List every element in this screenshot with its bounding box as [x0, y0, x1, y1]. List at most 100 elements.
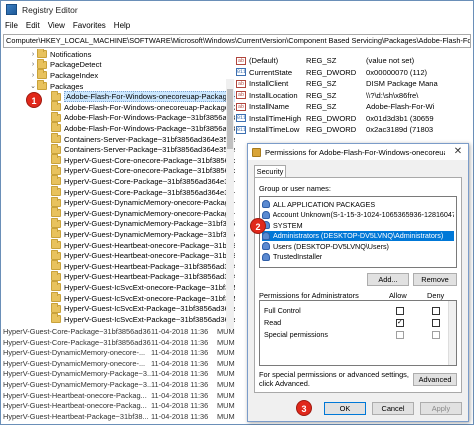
file-list-row[interactable]: HyperV-Guest-DynamicMemory-Package~3... 1… — [3, 368, 235, 379]
value-name: (Default) — [249, 56, 279, 66]
permission-allow-checkbox[interactable] — [396, 330, 404, 339]
add-button[interactable]: Add... — [367, 273, 409, 286]
permission-deny-checkbox[interactable] — [432, 306, 440, 315]
user-list[interactable]: ALL APPLICATION PACKAGES Account Unknown(… — [259, 196, 457, 268]
tree-item-label: HyperV-Guest-IcSvcExt-Package~31bf3856ad… — [64, 304, 235, 314]
user-label: TrustedInstaller — [273, 252, 323, 261]
tree-scrollbar-thumb[interactable] — [227, 89, 233, 149]
file-list-date: 11-04-2018 11:36 — [151, 337, 209, 347]
user-label: Users (DESKTOP-DV5LVNQ\Users) — [273, 241, 389, 251]
tree-item[interactable]: HyperV-Guest-IcSvcExt-onecore-Package~31… — [43, 292, 235, 304]
tree-item-label: PackageDetect — [50, 60, 102, 70]
tree-item[interactable]: HyperV-Guest-Heartbeat-Package~31bf3856a… — [43, 270, 235, 283]
advanced-button[interactable]: Advanced — [413, 373, 457, 386]
tree-item[interactable]: Containers-Server-Package~31bf3856ad364e… — [43, 133, 235, 145]
folder-icon — [51, 228, 61, 239]
value-data: (value not set) — [366, 56, 415, 66]
file-list-row[interactable]: HyperV-Guest-DynamicMemory-onecore-... 11… — [3, 358, 235, 369]
user-row[interactable]: ALL APPLICATION PACKAGES — [262, 199, 454, 209]
tree-item[interactable]: HyperV-Guest-DynamicMemory-onecore-Packa… — [43, 196, 235, 208]
permission-deny-cell — [418, 318, 454, 327]
permission-row: Read — [260, 317, 456, 328]
tree-item[interactable]: HyperV-Guest-DynamicMemory-Package~31bf3… — [43, 228, 235, 240]
tree-item[interactable]: HyperV-Guest-IcSvcExt-Package~31bf3856ad… — [43, 302, 235, 314]
tree-item[interactable]: ⌄ Packages — [29, 80, 83, 92]
user-row[interactable]: TrustedInstaller — [262, 252, 454, 262]
value-row[interactable]: ab InstallLocation REG_SZ \\?\d:\sh\x86fre\ — [236, 90, 473, 102]
menu-favorites[interactable]: Favorites — [73, 21, 106, 30]
tree-item[interactable]: HyperV-Guest-IcSvcExt-Package~31bf3856ad… — [43, 313, 235, 325]
permission-deny-checkbox[interactable] — [432, 318, 440, 327]
permission-allow-checkbox[interactable] — [396, 306, 404, 315]
tree-item[interactable]: HyperV-Guest-Heartbeat-onecore-Package~3… — [43, 249, 235, 261]
tree-scrollbar[interactable] — [226, 79, 234, 329]
menu-file[interactable]: File — [5, 21, 18, 30]
tree-item-label: Adobe-Flash-For-Windows-Package~31bf3856… — [64, 113, 235, 123]
value-name: CurrentState — [249, 67, 293, 77]
menu-edit[interactable]: Edit — [26, 21, 40, 30]
chevron-right-icon[interactable]: › — [29, 51, 37, 58]
permission-name: Full Control — [264, 306, 301, 315]
file-list-row[interactable]: HyperV-Guest-Heartbeat-onecore-Packag...… — [3, 400, 235, 411]
cancel-button[interactable]: Cancel — [372, 402, 414, 415]
permission-row: Full Control — [260, 305, 456, 316]
tree-item[interactable]: HyperV-Guest-Core-onecore-Package~31bf38… — [43, 164, 235, 177]
user-row-selected[interactable]: Administrators (DESKTOP-DV5LVNQ\Administ… — [262, 230, 454, 241]
user-row[interactable]: SYSTEM — [262, 220, 454, 230]
value-row[interactable]: 011 InstallTimeHigh REG_DWORD 0x01d3d3b1 (3… — [236, 113, 473, 125]
tree-item-selected[interactable]: Adobe-Flash-For-Windows-onecoreuap-Packa… — [43, 90, 235, 103]
tree-item[interactable]: HyperV-Guest-Heartbeat-onecore-Package~3… — [43, 239, 235, 251]
tree-item[interactable]: HyperV-Guest-Core-onecore-Package~31bf38… — [43, 154, 235, 166]
value-row[interactable]: 011 InstallTimeLow REG_DWORD 0x2ac3189d (71… — [236, 124, 473, 136]
tree-item[interactable]: HyperV-Guest-Heartbeat-Package~31bf3856a… — [43, 260, 235, 272]
folder-icon — [51, 249, 61, 260]
permission-deny-checkbox[interactable] — [432, 330, 440, 339]
chevron-right-icon[interactable]: › — [29, 72, 37, 79]
user-row[interactable]: Users (DESKTOP-DV5LVNQ\Users) — [262, 241, 454, 251]
callout-3: 3 — [296, 400, 312, 416]
close-icon[interactable]: ✕ — [452, 146, 464, 157]
tree-item[interactable]: HyperV-Guest-Core-Package~31bf3856ad364e… — [43, 186, 235, 198]
tree-item[interactable]: HyperV-Guest-DynamicMemory-onecore-Packa… — [43, 207, 235, 219]
menu-view[interactable]: View — [48, 21, 65, 30]
value-row[interactable]: ab InstallClient REG_SZ DISM Package Mana — [236, 78, 473, 90]
file-list-row[interactable]: HyperV-Guest-DynamicMemory-Package~3... 1… — [3, 379, 235, 390]
string-value-icon: ab — [236, 56, 246, 65]
file-list-name: HyperV-Guest-Core-Package~31bf3856ad36..… — [3, 327, 151, 336]
value-type: REG_SZ — [306, 56, 337, 66]
tree-item[interactable]: Adobe-Flash-For-Windows-Package~31bf3856… — [43, 111, 235, 124]
value-row[interactable]: ab InstallName REG_SZ Adobe-Flash-For-Wi — [236, 101, 473, 113]
address-bar[interactable]: Computer\HKEY_LOCAL_MACHINE\SOFTWARE\Mic… — [3, 34, 471, 48]
tree-item[interactable]: HyperV-Guest-DynamicMemory-Package~31bf3… — [43, 217, 235, 230]
value-row[interactable]: 011 CurrentState REG_DWORD 0x00000070 (112) — [236, 67, 473, 79]
permission-row: Special permissions — [260, 329, 456, 340]
value-row[interactable]: ab (Default) REG_SZ (value not set) — [236, 55, 473, 67]
user-label: ALL APPLICATION PACKAGES — [273, 199, 376, 209]
file-list-extra: MUM — [217, 390, 235, 400]
tree-item[interactable]: Containers-Server-Package~31bf3856ad364e… — [43, 143, 235, 155]
tree-item[interactable]: Adobe-Flash-For-Windows-onecoreuap-Packa… — [43, 101, 235, 113]
tree-item[interactable]: Adobe-Flash-For-Windows-Package~31bf3856… — [43, 122, 235, 134]
tree-item[interactable]: HyperV-Guest-Core-Package~31bf3856ad364e… — [43, 175, 235, 187]
tree-item-label: HyperV-Guest-Heartbeat-Package~31bf3856a… — [64, 261, 235, 271]
chevron-right-icon[interactable]: › — [29, 61, 37, 68]
remove-button[interactable]: Remove — [413, 273, 457, 286]
file-list-row[interactable]: HyperV-Guest-DynamicMemory-onecore-... 11… — [3, 347, 235, 358]
file-list-row[interactable]: HyperV-Guest-Core-Package~31bf3856ad36..… — [3, 337, 235, 348]
file-list-row[interactable]: HyperV-Guest-Core-Package~31bf3856ad36..… — [3, 326, 235, 337]
ok-button[interactable]: OK — [324, 402, 366, 415]
chevron-down-icon[interactable]: ⌄ — [29, 82, 37, 90]
file-list-row[interactable]: HyperV-Guest-Heartbeat-onecore-Packag...… — [3, 390, 235, 401]
file-list-date: 11-04-2018 11:36 — [151, 411, 209, 421]
value-type: REG_DWORD — [306, 113, 357, 123]
tree-item[interactable]: HyperV-Guest-IcSvcExt-onecore-Package~31… — [43, 281, 235, 293]
tree-item-label: HyperV-Guest-Core-onecore-Package~31bf38… — [64, 155, 235, 165]
menu-help[interactable]: Help — [114, 21, 130, 30]
folder-icon — [51, 196, 61, 207]
user-row[interactable]: Account Unknown(S-1-15-3-1024-1065365936… — [262, 210, 454, 220]
permission-allow-checkbox[interactable] — [396, 318, 404, 327]
user-group-icon — [262, 210, 270, 219]
folder-icon — [51, 207, 61, 218]
apply-button[interactable]: Apply — [420, 402, 462, 415]
file-list-row[interactable]: HyperV-Guest-Heartbeat-Package~31bf38...… — [3, 411, 235, 421]
